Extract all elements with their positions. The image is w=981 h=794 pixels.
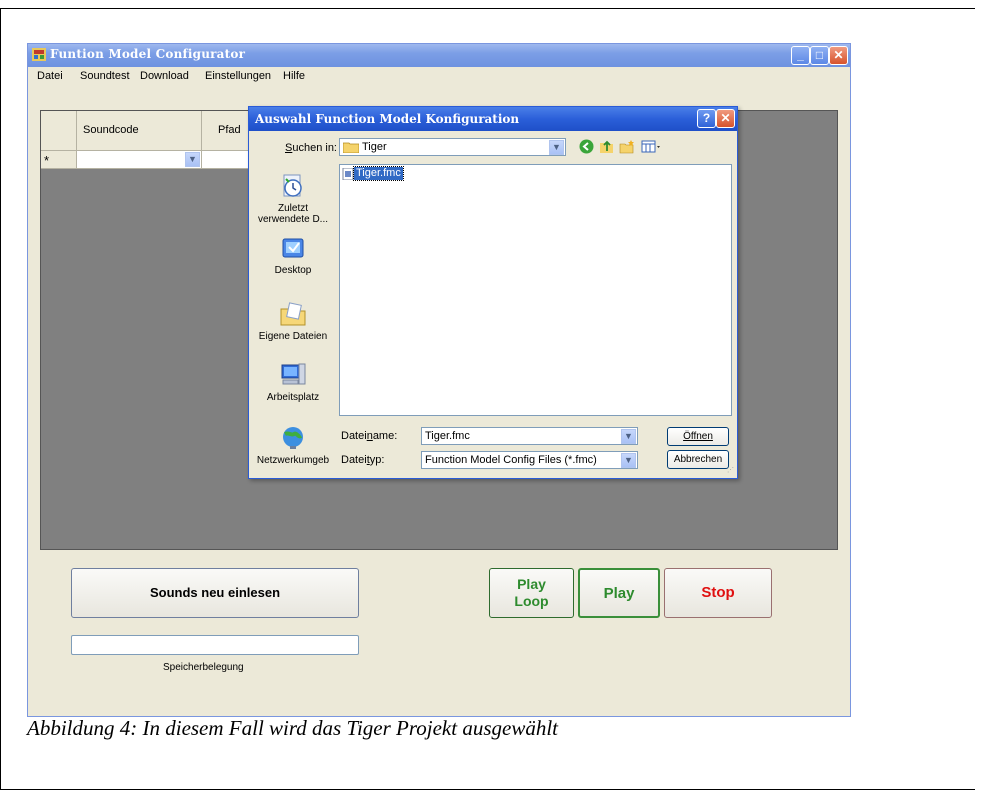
place-label: verwendete D... [257, 214, 329, 225]
open-button[interactable]: Öffnen [667, 427, 729, 446]
menu-download[interactable]: Download [140, 70, 189, 82]
app-icon [32, 48, 46, 61]
lookin-label: Suchen in: [285, 142, 337, 154]
chevron-down-icon[interactable]: ▼ [549, 140, 564, 155]
desktop-icon [282, 238, 304, 258]
place-label: Netzwerkumgeb [256, 455, 330, 466]
pfad-cell[interactable] [202, 151, 251, 169]
filetype-label: Dateityp: [341, 454, 385, 466]
filename-label: Dateiname: [341, 430, 398, 442]
places-bar: Zuletzt verwendete D... Desktop Eigene D… [254, 164, 334, 472]
column-header-pfad[interactable]: Pfad [202, 111, 251, 151]
place-label: Desktop [274, 265, 312, 276]
memory-usage-bar [71, 635, 359, 655]
chevron-down-icon[interactable]: ▼ [621, 453, 636, 468]
place-label: Arbeitsplatz [266, 392, 320, 403]
maximize-button[interactable]: □ [810, 46, 829, 65]
recent-icon [283, 174, 302, 197]
play-button[interactable]: Play [578, 568, 660, 618]
filename-input[interactable]: Tiger.fmc ▼ [421, 427, 638, 445]
open-file-dialog: Auswahl Function Model Konfiguration ? ✕… [248, 106, 738, 479]
folder-icon [343, 142, 359, 153]
view-menu-icon[interactable] [641, 139, 663, 154]
row-header-new[interactable]: * [41, 151, 77, 169]
chevron-down-icon[interactable]: ▼ [621, 429, 636, 444]
place-label: Zuletzt [277, 203, 308, 214]
open-button-label: Öffnen [683, 431, 713, 442]
figure-caption: Abbildung 4: In diesem Fall wird das Tig… [27, 716, 558, 740]
play-loop-line2: Loop [514, 593, 549, 609]
place-label: Eigene Dateien [258, 331, 328, 342]
filetype-value: Function Model Config Files (*.fmc) [425, 454, 597, 466]
my-computer-icon [281, 363, 306, 385]
cancel-button[interactable]: Abbrechen [667, 450, 729, 469]
network-icon [283, 427, 303, 449]
place-my-documents[interactable]: Eigene Dateien [254, 300, 332, 342]
minimize-button[interactable]: _ [791, 46, 810, 65]
minimize-icon: _ [797, 48, 804, 62]
dialog-title-bar[interactable]: Auswahl Function Model Konfiguration ? ✕ [249, 107, 737, 131]
back-icon[interactable] [579, 139, 594, 154]
dialog-close-button[interactable]: ✕ [716, 109, 735, 128]
place-desktop[interactable]: Desktop [254, 234, 332, 276]
menu-hilfe[interactable]: Hilfe [283, 70, 305, 82]
close-icon: ✕ [720, 111, 731, 125]
chevron-down-icon[interactable]: ▼ [185, 152, 200, 167]
column-header-label: Pfad [218, 124, 241, 136]
new-folder-icon[interactable] [619, 139, 635, 154]
close-icon: ✕ [833, 48, 844, 62]
grid-corner-header [41, 111, 77, 151]
lookin-value: Tiger [362, 141, 387, 153]
maximize-icon: □ [815, 48, 824, 62]
up-folder-icon[interactable] [599, 139, 614, 154]
menu-einstellungen[interactable]: Einstellungen [205, 70, 271, 82]
file-name: Tiger.fmc [353, 166, 404, 181]
file-icon [342, 168, 354, 180]
resize-grip[interactable]: ⋰ [727, 467, 735, 475]
menu-bar: Datei Soundtest Download Einstellungen H… [28, 67, 850, 87]
file-list[interactable]: Tiger.fmc [339, 164, 732, 416]
filetype-select[interactable]: Function Model Config Files (*.fmc) ▼ [421, 451, 638, 469]
place-my-computer[interactable]: Arbeitsplatz [254, 361, 332, 403]
place-recent[interactable]: Zuletzt verwendete D... [254, 172, 332, 225]
lookin-select[interactable]: Tiger ▼ [339, 138, 566, 156]
window-title: Funtion Model Configurator [50, 47, 246, 61]
stop-button[interactable]: Stop [664, 568, 772, 618]
dialog-title: Auswahl Function Model Konfiguration [255, 112, 520, 126]
menu-soundtest[interactable]: Soundtest [80, 70, 130, 82]
soundcode-combo-cell[interactable]: ▼ [77, 151, 202, 169]
filename-value: Tiger.fmc [425, 430, 470, 442]
my-documents-icon [280, 302, 306, 326]
close-button[interactable]: ✕ [829, 46, 848, 65]
reload-sounds-button[interactable]: Sounds neu einlesen [71, 568, 359, 618]
main-title-bar[interactable]: Funtion Model Configurator _ □ ✕ [28, 44, 850, 67]
menu-datei[interactable]: Datei [37, 70, 63, 82]
place-network[interactable]: Netzwerkumgeb [254, 424, 332, 466]
play-loop-line1: Play [517, 576, 546, 592]
play-loop-button[interactable]: Play Loop [489, 568, 574, 618]
column-header-soundcode[interactable]: Soundcode [77, 111, 202, 151]
column-header-label: Soundcode [83, 124, 139, 136]
help-button[interactable]: ? [697, 109, 716, 128]
memory-usage-label: Speicherbelegung [163, 662, 244, 673]
new-row-marker: * [44, 153, 50, 168]
